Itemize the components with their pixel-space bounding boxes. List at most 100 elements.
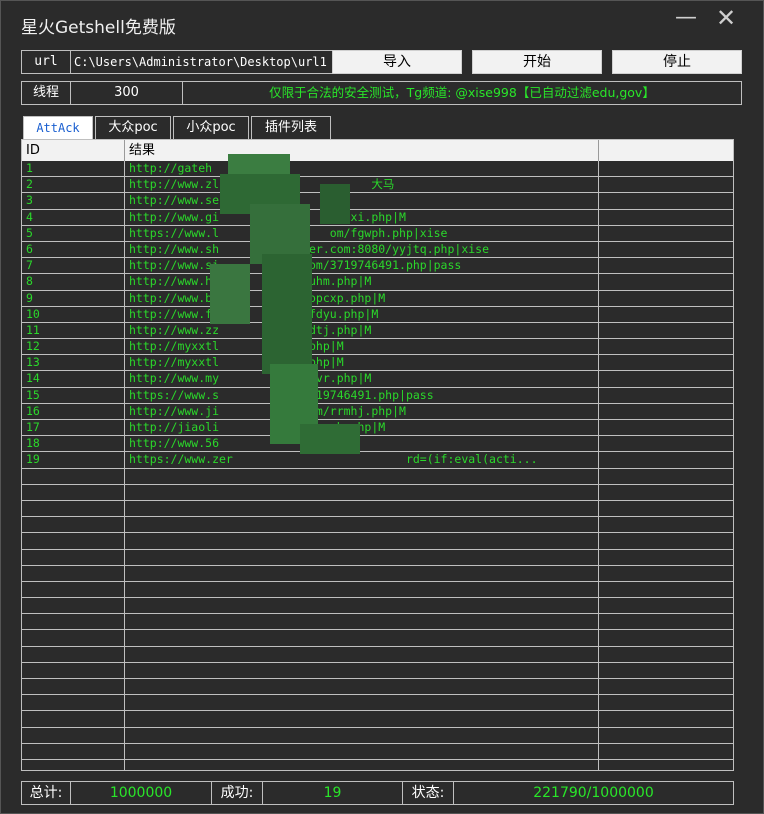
table-row-empty — [22, 760, 733, 770]
row-id: 14 — [26, 371, 40, 386]
table-row[interactable]: 11 http://www.zz dtj.php|M — [22, 322, 733, 340]
row-id: 7 — [26, 258, 33, 273]
row-result: http://www.zz dtj.php|M — [129, 322, 372, 337]
row-result: http://www.se — [129, 193, 220, 208]
table-row-empty — [22, 614, 733, 631]
row-result: http://www.si om/3719746491.php|pass — [129, 258, 462, 273]
table-row[interactable]: 5 https://www.l om/fgwph.php|xise — [22, 226, 733, 242]
table-row-empty — [22, 647, 733, 663]
row-result: https://www.s 3719746491.php|pass — [129, 387, 434, 402]
results-table: ID 结果 1 http://gateh 2 http://www.zl 大马 3 htt… — [21, 139, 734, 771]
row-id: 11 — [26, 322, 40, 337]
notice-text: 仅限于合法的安全测试，Tg频道: @xise998【已自动过滤edu,gov】 — [182, 81, 742, 105]
row-id: 3 — [26, 193, 33, 208]
table-row-empty — [22, 598, 733, 615]
import-button[interactable]: 导入 — [332, 50, 462, 74]
table-row-empty — [22, 711, 733, 728]
redaction-overlay — [210, 144, 360, 474]
stop-button[interactable]: 停止 — [612, 50, 742, 74]
tab-niche-poc[interactable]: 小众poc — [173, 116, 249, 140]
minimize-icon[interactable]: — — [669, 5, 703, 33]
table-row-empty — [22, 695, 733, 712]
row-result: http://www.zl 大马 — [129, 177, 395, 192]
row-result: http://www.sh er.com:8080/yyjtq.php|xise — [129, 241, 490, 256]
row-result: http://gateh — [129, 161, 213, 175]
row-id: 1 — [26, 161, 33, 175]
row-result: http://www.fs fdyu.php|M — [129, 306, 379, 321]
title-bar: 星火Getshell免费版 — ✕ — [1, 1, 763, 45]
row-result: http://jiaoli /vsexh.php|M — [129, 420, 386, 434]
threads-label: 线程 — [21, 81, 71, 105]
row-id: 13 — [26, 355, 40, 370]
close-icon[interactable]: ✕ — [709, 5, 743, 33]
row-id: 12 — [26, 339, 40, 354]
table-row[interactable]: 18 http://www.56 — [22, 436, 733, 453]
row-result: http://www.ji com/rrmhj.php|M — [129, 403, 406, 418]
table-row-empty — [22, 501, 733, 518]
url-input[interactable]: C:\Users\Administrator\Desktop\url1 — [70, 50, 333, 74]
table-row-empty — [22, 630, 733, 647]
table-row-empty — [22, 550, 733, 566]
table-row[interactable]: 7 http://www.si om/3719746491.php|pass — [22, 258, 733, 275]
table-row[interactable]: 6 http://www.sh er.com:8080/yyjtq.php|xis… — [22, 241, 733, 259]
column-header-result[interactable]: 结果 — [125, 140, 599, 161]
total-value: 1000000 — [70, 781, 212, 805]
table-row[interactable]: 2 http://www.zl 大马 — [22, 177, 733, 194]
table-row[interactable]: 4 http://www.gi xi.php|M — [22, 210, 733, 226]
app-window: 星火Getshell免费版 — ✕ url C:\Users\Administr… — [0, 0, 764, 814]
row-id: 9 — [26, 290, 33, 305]
row-id: 15 — [26, 387, 40, 402]
row-result: http://www.56 — [129, 436, 220, 451]
row-id: 10 — [26, 306, 40, 321]
tab-popular-poc[interactable]: 大众poc — [95, 116, 171, 140]
row-id: 18 — [26, 436, 40, 451]
table-row[interactable]: 14 http://www.my zvr.php|M — [22, 371, 733, 388]
row-id: 2 — [26, 177, 33, 192]
row-id: 5 — [26, 225, 33, 240]
row-result: https://www.zer rd=(if:eval(acti... — [129, 452, 538, 467]
success-value: 19 — [262, 781, 403, 805]
table-row[interactable]: 8 http://www.hr uhm.php|M — [22, 274, 733, 291]
state-label: 状态: — [402, 781, 454, 805]
table-row-empty — [22, 485, 733, 501]
table-row[interactable]: 9 http://www.bc /opcxp.php|M — [22, 291, 733, 307]
table-row-empty — [22, 566, 733, 582]
start-button[interactable]: 开始 — [472, 50, 602, 74]
table-row[interactable]: 12 http://myxxtl php|M — [22, 339, 733, 356]
row-result: http://www.hr uhm.php|M — [129, 274, 372, 289]
table-row-empty — [22, 728, 733, 744]
table-row[interactable]: 3 http://www.se — [22, 193, 733, 210]
table-row[interactable]: 19 https://www.zer rd=(if:eval(acti... — [22, 452, 733, 469]
total-label: 总计: — [21, 781, 71, 805]
row-result: http://www.gi xi.php|M — [129, 209, 406, 224]
table-row[interactable]: 10 http://www.fs fdyu.php|M — [22, 307, 733, 323]
row-result: http://myxxtl php|M — [129, 339, 344, 354]
tab-plugin-list[interactable]: 插件列表 — [251, 116, 331, 140]
url-label: url — [21, 50, 71, 74]
table-row-empty — [22, 744, 733, 760]
state-value: 221790/1000000 — [453, 781, 734, 805]
column-header-id[interactable]: ID — [22, 140, 125, 161]
threads-input[interactable]: 300 — [70, 81, 183, 105]
row-result: http://myxxtl php|M — [129, 355, 344, 370]
row-id: 8 — [26, 274, 33, 289]
table-header: ID 结果 — [22, 140, 733, 161]
table-row[interactable]: 16 http://www.ji com/rrmhj.php|M — [22, 404, 733, 420]
table-row-empty — [22, 679, 733, 696]
table-row-empty — [22, 582, 733, 599]
row-result: http://www.my zvr.php|M — [129, 371, 372, 386]
tab-attack[interactable]: AttAck — [23, 116, 93, 140]
row-id: 16 — [26, 403, 40, 418]
table-row-empty — [22, 517, 733, 534]
row-id: 17 — [26, 420, 40, 434]
table-row-empty — [22, 469, 733, 485]
column-header-extra[interactable] — [599, 140, 733, 161]
window-title: 星火Getshell免费版 — [21, 18, 176, 38]
success-label: 成功: — [211, 781, 263, 805]
table-row-empty — [22, 663, 733, 679]
table-row[interactable]: 15 https://www.s 3719746491.php|pass — [22, 388, 733, 404]
table-row[interactable]: 1 http://gateh — [22, 161, 733, 178]
table-row[interactable]: 13 http://myxxtl php|M — [22, 355, 733, 372]
table-row[interactable]: 17 http://jiaoli /vsexh.php|M — [22, 420, 733, 437]
table-row-empty — [22, 533, 733, 550]
